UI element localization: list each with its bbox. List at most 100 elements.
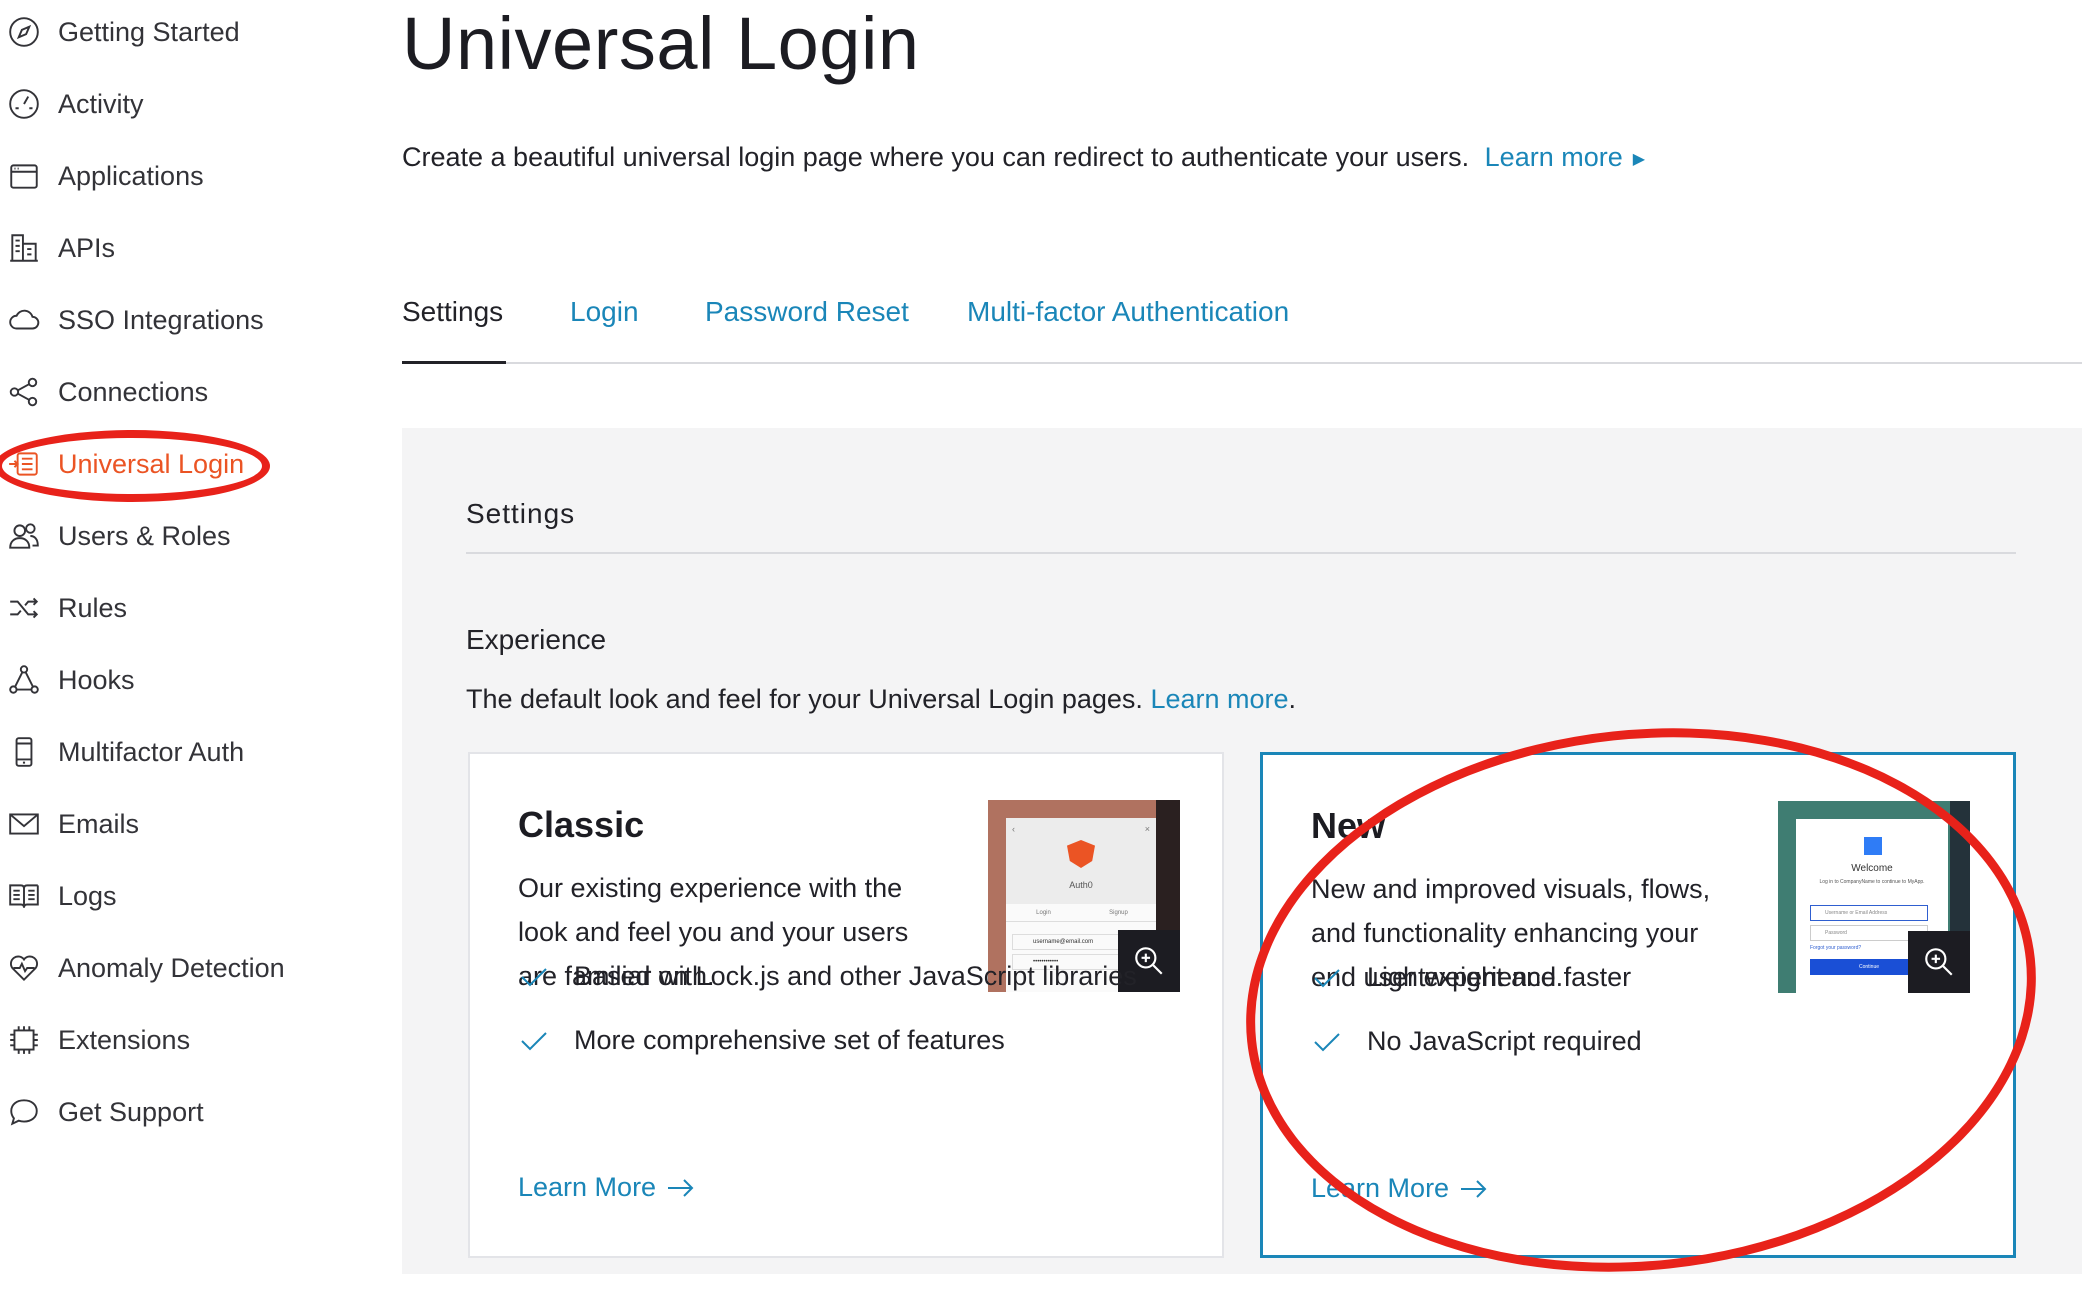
sidebar-item-multifactor-auth[interactable]: Multifactor Auth (0, 722, 244, 782)
sidebar-item-activity[interactable]: Activity (0, 74, 144, 134)
triangle-right-icon: ▶ (1632, 151, 1646, 168)
feature-item: No JavaScript required (1311, 1025, 1642, 1057)
checkmark-icon (518, 1024, 550, 1056)
thumb-brand: Auth0 (1069, 880, 1093, 890)
phone-icon (6, 734, 42, 770)
sidebar-item-apis[interactable]: APIs (0, 218, 115, 278)
app-logo-icon (1864, 837, 1882, 855)
sidebar-item-extensions[interactable]: Extensions (0, 1010, 190, 1070)
sidebar-item-label: Emails (58, 808, 140, 839)
card-title: New (1311, 805, 1386, 846)
sidebar-item-users-roles[interactable]: Users & Roles (0, 506, 231, 566)
auth0-shield-icon (1067, 840, 1095, 868)
envelope-icon (6, 806, 42, 842)
feature-item: More comprehensive set of features (518, 1024, 1005, 1056)
sidebar-item-label: SSO Integrations (58, 304, 264, 335)
sidebar-item-label: Extensions (58, 1024, 191, 1055)
lock-widget-header: Auth0 ‹ × (1006, 818, 1156, 904)
lock-widget-tabs: Login Signup (1006, 904, 1156, 922)
experience-description: The default look and feel for your Unive… (466, 684, 1296, 715)
learn-more-label: Learn more (1484, 142, 1623, 172)
sidebar-item-label: Multifactor Auth (58, 736, 245, 767)
settings-panel: Settings Experience The default look and… (402, 428, 2082, 1274)
book-icon (6, 878, 42, 914)
sidebar-item-anomaly-detection[interactable]: Anomaly Detection (0, 938, 285, 998)
thumb-subtitle: Log in to CompanyName to continue to MyA… (1819, 879, 1925, 885)
thumb-tab-signup: Signup (1109, 909, 1128, 916)
login-page-icon (6, 446, 42, 482)
sidebar-item-emails[interactable]: Emails (0, 794, 139, 854)
feature-text: Lightweight and faster (1367, 961, 1632, 992)
arrow-right-icon (1461, 1179, 1487, 1198)
sidebar-item-label: Users & Roles (58, 520, 231, 551)
sidebar-item-label: Rules (58, 592, 128, 623)
sidebar-item-hooks[interactable]: Hooks (0, 650, 135, 710)
period-text: . (1288, 684, 1297, 714)
page-description: Create a beautiful universal login page … (402, 142, 1645, 173)
thumb-close-icon: × (1144, 824, 1150, 834)
hook-nodes-icon (6, 662, 42, 698)
zoom-preview-button[interactable] (1908, 931, 1970, 993)
feature-text: No JavaScript required (1367, 1025, 1642, 1056)
learn-more-label: Learn More (1311, 1173, 1450, 1203)
compass-icon (6, 14, 42, 50)
building-icon (6, 230, 42, 266)
thumb-back-icon: ‹ (1012, 824, 1015, 834)
learn-more-label: Learn More (518, 1172, 657, 1202)
experience-learn-more-link[interactable]: Learn more (1150, 684, 1288, 714)
new-preview-thumbnail: Welcome Log in to CompanyName to continu… (1778, 801, 1970, 993)
tab-login[interactable]: Login (570, 288, 639, 364)
sidebar-item-label: Logs (58, 880, 117, 911)
tab-bar: Settings Login Password Reset Multi-fact… (402, 288, 2082, 364)
shuffle-icon (6, 590, 42, 626)
checkmark-icon (518, 960, 550, 992)
tab-password-reset[interactable]: Password Reset (705, 288, 909, 364)
sidebar-item-logs[interactable]: Logs (0, 866, 117, 926)
page-description-text: Create a beautiful universal login page … (402, 142, 1470, 172)
sidebar-item-applications[interactable]: Applications (0, 146, 204, 206)
feature-item: Based on Lock.js and other JavaScript li… (518, 960, 1137, 992)
checkmark-icon (1311, 1025, 1343, 1057)
new-learn-more-link[interactable]: Learn More (1311, 1173, 1489, 1204)
users-icon (6, 518, 42, 554)
classic-experience-card[interactable]: Classic Our existing experience with the… (468, 752, 1224, 1258)
cloud-icon (6, 302, 42, 338)
divider (466, 552, 2016, 554)
tab-multi-factor-authentication[interactable]: Multi-factor Authentication (967, 288, 1289, 364)
thumb-tab-login: Login (1036, 909, 1051, 916)
sidebar-item-connections[interactable]: Connections (0, 362, 208, 422)
sidebar-item-getting-started[interactable]: Getting Started (0, 2, 240, 62)
panel-heading: Settings (466, 498, 576, 529)
gauge-icon (6, 86, 42, 122)
sidebar-item-sso-integrations[interactable]: SSO Integrations (0, 290, 264, 350)
checkmark-icon (1311, 961, 1343, 993)
sidebar-item-label: Anomaly Detection (58, 952, 285, 983)
thumb-forgot-link: Forgot your password? (1810, 945, 1862, 951)
sidebar-item-label: Activity (58, 88, 144, 119)
share-icon (6, 374, 42, 410)
thumb-email-field: Username or Email Address (1810, 905, 1928, 921)
feature-text: More comprehensive set of features (574, 1024, 1005, 1055)
experience-description-text: The default look and feel for your Unive… (466, 684, 1143, 714)
classic-learn-more-link[interactable]: Learn More (518, 1172, 696, 1203)
window-icon (6, 158, 42, 194)
learn-more-link[interactable]: Learn more ▶ (1485, 142, 1645, 172)
thumb-welcome: Welcome (1851, 863, 1893, 874)
sidebar-item-rules[interactable]: Rules (0, 578, 127, 638)
sidebar-item-label: Getting Started (58, 16, 240, 47)
tab-settings[interactable]: Settings (402, 288, 506, 364)
sidebar-item-label: Hooks (58, 664, 135, 695)
heart-pulse-icon (6, 950, 42, 986)
zoom-in-icon (1925, 948, 1953, 976)
sidebar-item-universal-login[interactable]: Universal Login (0, 434, 244, 494)
sidebar-item-get-support[interactable]: Get Support (0, 1082, 204, 1142)
sidebar-nav: Getting Started Activity Applications AP… (0, 0, 380, 1274)
sidebar-item-label: Connections (58, 376, 209, 407)
feature-text: Based on Lock.js and other JavaScript li… (574, 960, 1137, 991)
sidebar-item-label: APIs (58, 232, 116, 263)
sidebar-item-label: Applications (58, 160, 204, 191)
chat-bubble-icon (6, 1094, 42, 1130)
new-experience-card[interactable]: New New and improved visuals, flows, and… (1260, 752, 2016, 1258)
experience-title: Experience (466, 624, 607, 655)
page-title: Universal Login (402, 2, 920, 85)
